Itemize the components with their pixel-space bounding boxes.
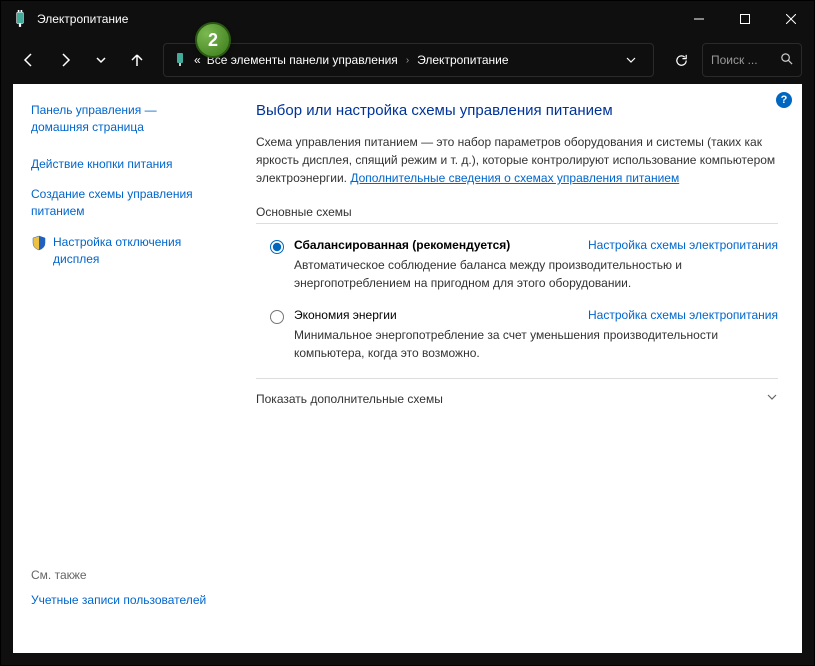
recent-dropdown[interactable] bbox=[85, 44, 117, 76]
up-button[interactable] bbox=[121, 44, 153, 76]
back-button[interactable] bbox=[13, 44, 45, 76]
plan-settings-link-saver[interactable]: Настройка схемы электропитания bbox=[588, 308, 778, 322]
sidebar-link-display-off[interactable]: Настройка отключения дисплея bbox=[53, 234, 216, 268]
search-placeholder: Поиск ... bbox=[711, 53, 758, 67]
forward-button[interactable] bbox=[49, 44, 81, 76]
sidebar-link-power-button[interactable]: Действие кнопки питания bbox=[31, 156, 216, 173]
page-description: Схема управления питанием — это набор па… bbox=[256, 133, 778, 187]
learn-more-link[interactable]: Дополнительные сведения о схемах управле… bbox=[350, 171, 679, 185]
step-badge: 2 bbox=[195, 22, 231, 58]
maximize-button[interactable] bbox=[722, 1, 768, 36]
chevron-right-icon: › bbox=[404, 55, 411, 66]
plan-name-balanced: Сбалансированная (рекомендуется) bbox=[294, 238, 510, 252]
search-icon bbox=[780, 52, 793, 68]
refresh-button[interactable] bbox=[664, 43, 698, 77]
sidebar-link-user-accounts[interactable]: Учетные записи пользователей bbox=[31, 592, 216, 609]
sidebar-link-home[interactable]: Панель управления — домашняя страница bbox=[31, 102, 216, 136]
plan-group-label: Основные схемы bbox=[256, 205, 778, 223]
chevron-down-icon bbox=[766, 391, 778, 406]
app-icon bbox=[11, 10, 29, 28]
close-button[interactable] bbox=[768, 1, 814, 36]
plan-name-saver: Экономия энергии bbox=[294, 308, 397, 322]
plan-settings-link-balanced[interactable]: Настройка схемы электропитания bbox=[588, 238, 778, 252]
plan-radio-balanced[interactable] bbox=[270, 240, 284, 254]
address-bar[interactable]: « Все элементы панели управления › Элект… bbox=[163, 43, 654, 77]
address-dropdown[interactable] bbox=[617, 46, 645, 74]
see-also-label: См. также bbox=[31, 568, 216, 582]
plan-desc-balanced: Автоматическое соблюдение баланса между … bbox=[294, 256, 778, 292]
window-title: Электропитание bbox=[37, 12, 676, 26]
breadcrumb-item-2[interactable]: Электропитание bbox=[417, 53, 508, 67]
plan-desc-saver: Минимальное энергопотребление за счет ум… bbox=[294, 326, 778, 362]
minimize-button[interactable] bbox=[676, 1, 722, 36]
page-heading: Выбор или настройка схемы управления пит… bbox=[256, 102, 778, 119]
show-more-plans[interactable]: Показать дополнительные схемы bbox=[256, 378, 778, 406]
breadcrumb-item-1[interactable]: Все элементы панели управления bbox=[207, 53, 398, 67]
sidebar-link-create-plan[interactable]: Создание схемы управления питанием bbox=[31, 186, 216, 220]
breadcrumb-prefix: « bbox=[194, 53, 201, 67]
search-input[interactable]: Поиск ... bbox=[702, 43, 802, 77]
control-panel-icon bbox=[172, 51, 188, 70]
plan-radio-saver[interactable] bbox=[270, 310, 284, 324]
shield-icon bbox=[31, 235, 47, 251]
